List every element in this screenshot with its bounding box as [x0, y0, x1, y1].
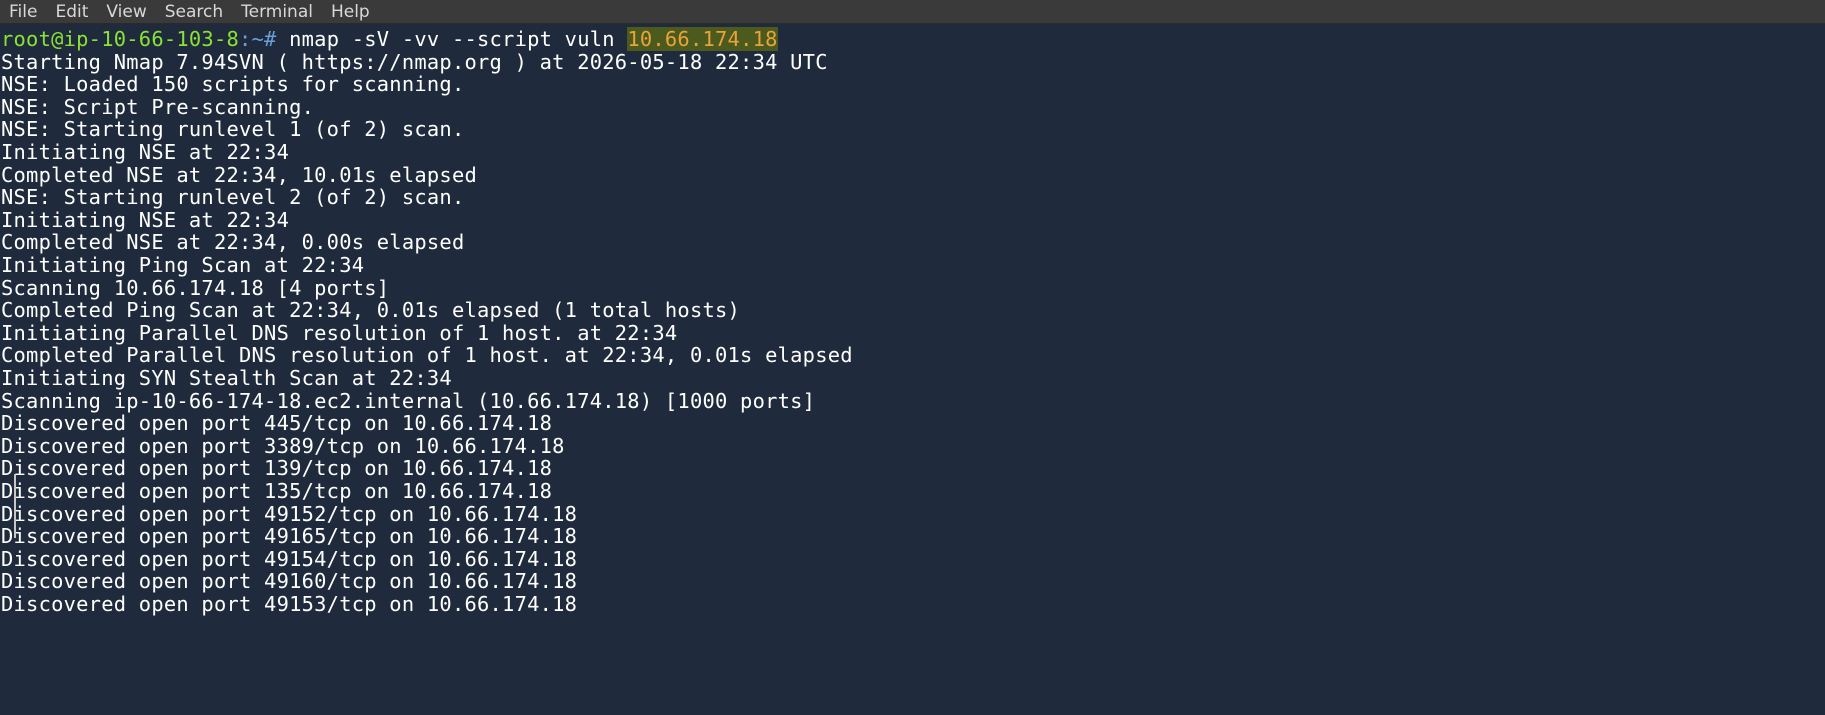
terminal-output[interactable]: root@ip-10-66-103-8:~# nmap -sV -vv --sc… — [0, 26, 1825, 715]
output-line: Discovered open port 49153/tcp on 10.66.… — [1, 592, 578, 616]
menu-edit[interactable]: Edit — [46, 1, 88, 23]
menu-terminal[interactable]: Terminal — [232, 1, 313, 23]
text-cursor-icon — [14, 474, 16, 538]
highlighted-target-ip: 10.66.174.18 — [627, 27, 778, 51]
menu-search[interactable]: Search — [156, 1, 223, 23]
menu-view[interactable]: View — [97, 1, 146, 23]
prompt-user-host: root@ip-10-66-103-8 — [1, 27, 239, 51]
prompt-path: :~# — [239, 27, 290, 51]
command-text: nmap -sV -vv --script vuln — [289, 27, 628, 51]
menu-help[interactable]: Help — [322, 1, 370, 23]
menu-file[interactable]: File — [0, 1, 37, 23]
menu-bar: File Edit View Search Terminal Help — [0, 0, 1825, 24]
